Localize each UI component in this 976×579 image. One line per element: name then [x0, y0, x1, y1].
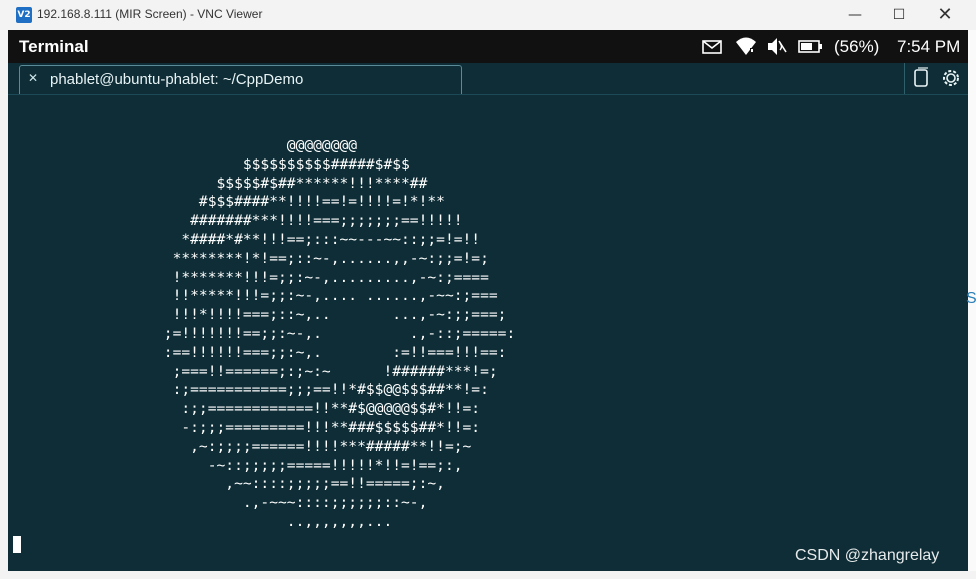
window-title: 192.168.8.111 (MIR Screen) - VNC Viewer: [37, 7, 263, 21]
watermark: CSDN @zhangrelay: [795, 547, 940, 564]
tab-divider: [904, 63, 905, 94]
volume-muted-icon[interactable]: [766, 30, 788, 63]
close-button[interactable]: ✕: [922, 0, 968, 30]
ascii-art: @@@@@@@@ $$$$$$$$$$#####$#$$ $$$$$#$##**…: [163, 137, 516, 530]
battery-percent: (56%): [834, 37, 880, 56]
terminal-cursor: [13, 536, 21, 553]
window-bottom-edge: [0, 571, 976, 579]
mail-icon[interactable]: [702, 30, 724, 63]
indicator-bar: Terminal (56%) 7:54 PM: [8, 30, 968, 63]
battery-icon[interactable]: [798, 30, 824, 63]
wifi-icon[interactable]: [735, 30, 757, 63]
vnc-app-icon: V2: [16, 7, 32, 23]
clock[interactable]: 7:54 PM: [897, 30, 960, 63]
background-text-fragment: S: [966, 290, 976, 307]
settings-gear-icon[interactable]: [940, 67, 962, 89]
minimize-button[interactable]: —: [832, 0, 878, 30]
tab-close-icon[interactable]: ✕: [28, 71, 38, 85]
app-name: Terminal: [19, 37, 89, 56]
maximize-button[interactable]: ☐: [876, 0, 922, 30]
new-tab-icon[interactable]: [910, 67, 932, 89]
terminal-output[interactable]: @@@@@@@@ $$$$$$$$$$#####$#$$ $$$$$#$##**…: [8, 95, 968, 571]
tab-terminal[interactable]: ✕ phablet@ubuntu-phablet: ~/CppDemo: [19, 65, 462, 94]
vnc-title-bar: V2 192.168.8.111 (MIR Screen) - VNC View…: [0, 0, 976, 30]
phone-screen: Terminal (56%) 7:54 PM ✕ phablet@ubuntu-…: [8, 30, 968, 571]
terminal-tab-bar: ✕ phablet@ubuntu-phablet: ~/CppDemo: [8, 63, 968, 95]
tab-label: phablet@ubuntu-phablet: ~/CppDemo: [50, 71, 304, 88]
